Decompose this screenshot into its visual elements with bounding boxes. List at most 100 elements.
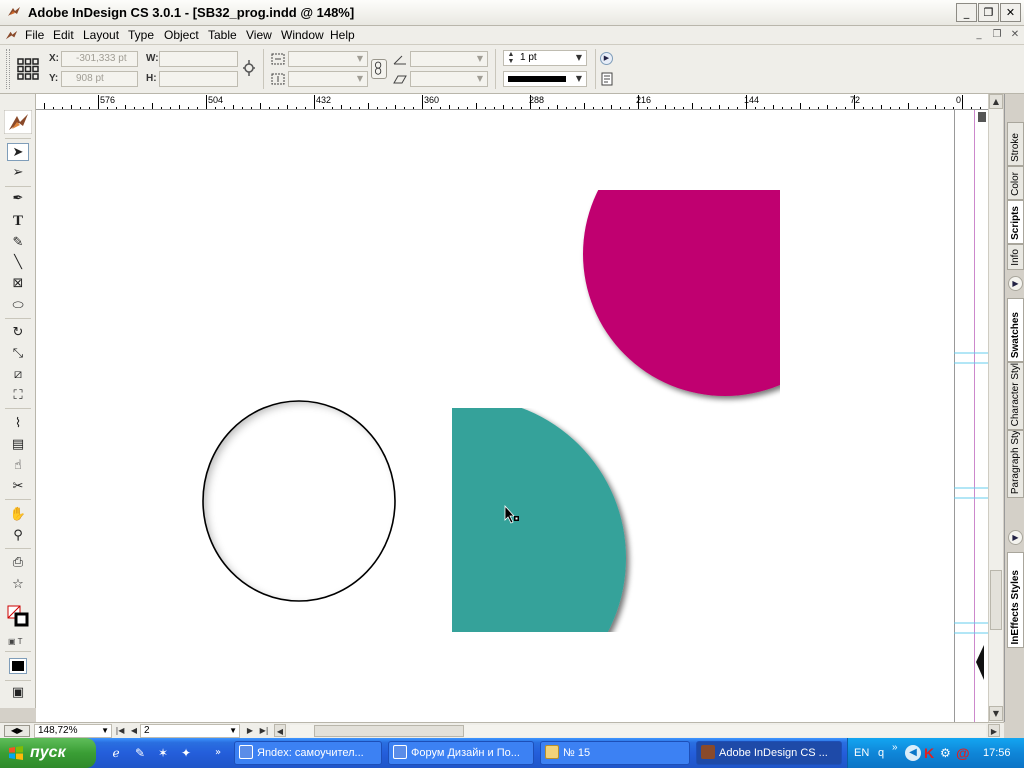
- panel-expand-icon[interactable]: ▶: [1008, 530, 1023, 545]
- navigator-toggle-icon[interactable]: ◀▶: [4, 725, 30, 737]
- link-scale-button[interactable]: [371, 59, 387, 79]
- fill-stroke-swatch-icon[interactable]: [6, 604, 30, 628]
- w-field[interactable]: [159, 51, 238, 67]
- task-folder[interactable]: № 15: [540, 741, 690, 765]
- scroll-right-button[interactable]: ▶: [988, 724, 1000, 737]
- zoom-field[interactable]: 148,72% ▼: [34, 724, 112, 738]
- format-container-icon[interactable]: ▣ T: [8, 637, 30, 647]
- shear-tool-icon[interactable]: ⧄: [7, 366, 29, 384]
- task-indesign[interactable]: Adobe InDesign CS ...: [696, 741, 842, 765]
- menu-edit[interactable]: Edit: [53, 28, 74, 42]
- gradient-tool-icon[interactable]: ▤: [7, 436, 29, 454]
- button-tool-icon[interactable]: ☝: [7, 457, 29, 475]
- tab-paragraph-styles[interactable]: Paragraph Styl: [1007, 430, 1024, 498]
- app-quicklaunch-icon[interactable]: ✶: [155, 745, 171, 761]
- minimize-button[interactable]: _: [956, 3, 977, 22]
- magenta-half-circle[interactable]: [583, 112, 867, 396]
- rotation-dropdown[interactable]: ▼: [410, 51, 488, 67]
- panel-expand-icon[interactable]: ▶: [1008, 276, 1023, 291]
- scale-x-dropdown[interactable]: ▼: [288, 51, 368, 67]
- reference-point-icon[interactable]: [16, 57, 40, 81]
- menu-layout[interactable]: Layout: [83, 28, 119, 42]
- menu-object[interactable]: Object: [164, 28, 199, 42]
- next-page-icon[interactable]: ▶: [244, 724, 256, 737]
- tray-expand-icon[interactable]: »: [892, 742, 898, 753]
- tab-scripts[interactable]: Scripts: [1007, 200, 1024, 244]
- show-hidden-icons-icon[interactable]: ◀: [905, 745, 921, 761]
- horizontal-ruler[interactable]: 576 504 432 360 288 216 144 72 0: [36, 94, 988, 110]
- menu-type[interactable]: Type: [128, 28, 154, 42]
- pen-tool-icon[interactable]: ✒: [7, 190, 29, 208]
- document-icon[interactable]: [4, 28, 19, 43]
- scroll-down-button[interactable]: ▼: [989, 706, 1003, 721]
- scroll-up-button[interactable]: ▲: [989, 94, 1003, 109]
- start-button[interactable]: пуск: [0, 738, 96, 768]
- language-indicator[interactable]: EN: [854, 747, 869, 759]
- eyedropper-tool-icon[interactable]: ⌇: [7, 415, 29, 433]
- indesign-logo-icon[interactable]: [4, 110, 32, 134]
- doc-close-button[interactable]: ✕: [1008, 28, 1022, 42]
- menu-help[interactable]: Help: [330, 28, 355, 42]
- tab-ineffects-styles[interactable]: InEffects Styles: [1007, 552, 1024, 648]
- browser-quicklaunch-icon[interactable]: ℯ: [108, 745, 124, 761]
- restore-button[interactable]: ❐: [978, 3, 999, 22]
- rectangle-frame-tool-icon[interactable]: ⊠: [7, 275, 29, 293]
- tray-letter[interactable]: q: [878, 747, 884, 759]
- palette-grip[interactable]: [6, 49, 10, 89]
- title-bar[interactable]: Adobe InDesign CS 3.0.1 - [SB32_prog.ind…: [0, 0, 1024, 26]
- more-quicklaunch-icon[interactable]: »: [210, 745, 226, 761]
- quick-apply-icon[interactable]: [600, 72, 614, 86]
- doc-minimize-button[interactable]: _: [972, 28, 986, 42]
- line-tool-icon[interactable]: ╲: [7, 254, 29, 272]
- horizontal-scroll-thumb[interactable]: [314, 725, 464, 737]
- scroll-left-button[interactable]: ◀: [274, 724, 286, 737]
- apply-color-button[interactable]: [9, 658, 27, 674]
- stroke-weight-dropdown[interactable]: ▲ ▼ 1 pt ▼: [503, 50, 587, 66]
- vertical-scrollbar[interactable]: ▲ ▼: [988, 94, 1003, 722]
- scale-y-dropdown[interactable]: ▼: [288, 71, 368, 87]
- close-button[interactable]: ✕: [1000, 3, 1021, 22]
- palette-menu-arrow-icon[interactable]: ▶: [600, 52, 613, 65]
- document-canvas[interactable]: [36, 110, 988, 722]
- doc-restore-button[interactable]: ❐: [990, 28, 1004, 42]
- tab-color[interactable]: Color: [1007, 166, 1024, 200]
- menu-view[interactable]: View: [246, 28, 272, 42]
- horizontal-scrollbar[interactable]: [290, 725, 986, 737]
- tab-info[interactable]: Info: [1007, 244, 1024, 270]
- pencil-tool-icon[interactable]: ✎: [7, 234, 29, 252]
- indesign-quicklaunch-icon[interactable]: ✦: [178, 745, 194, 761]
- rotate-tool-icon[interactable]: ↻: [7, 324, 29, 342]
- scissors-tool-icon[interactable]: ✂: [7, 478, 29, 496]
- h-field[interactable]: [159, 71, 238, 87]
- type-tool-icon[interactable]: T: [7, 212, 29, 230]
- direct-selection-tool-icon[interactable]: ➢: [7, 164, 29, 182]
- stroke-type-dropdown[interactable]: ▼: [503, 71, 587, 87]
- previous-page-icon[interactable]: ◀: [128, 724, 140, 737]
- screen-mode-icon[interactable]: ▣: [7, 684, 29, 702]
- hand-tool-icon[interactable]: ✋: [7, 506, 29, 524]
- task-yandex[interactable]: Яndex: самоучител...: [234, 741, 382, 765]
- shear-dropdown[interactable]: ▼: [410, 71, 488, 87]
- outlined-circle[interactable]: [203, 401, 395, 601]
- scroll-thumb[interactable]: [990, 570, 1002, 630]
- last-page-icon[interactable]: ▶|: [258, 724, 270, 737]
- free-transform-tool-icon[interactable]: ⛶: [7, 387, 29, 405]
- y-field[interactable]: 908 pt: [61, 71, 138, 87]
- kaspersky-icon[interactable]: K: [924, 745, 938, 761]
- star-tool-icon[interactable]: ☆: [7, 576, 29, 594]
- tab-character-styles[interactable]: Character Styl: [1007, 362, 1024, 430]
- selection-tool-icon[interactable]: ➤: [7, 143, 29, 161]
- x-field[interactable]: -301,333 pt: [61, 51, 138, 67]
- tab-swatches[interactable]: Swatches: [1007, 298, 1024, 362]
- zoom-tool-icon[interactable]: ⚲: [7, 527, 29, 545]
- scale-tool-icon[interactable]: ⤡: [7, 345, 29, 363]
- print-tool-icon[interactable]: ⎙: [7, 554, 29, 572]
- mail-agent-icon[interactable]: @: [956, 745, 972, 761]
- constrain-proportions-icon[interactable]: [242, 59, 256, 77]
- tab-stroke[interactable]: Stroke: [1007, 122, 1024, 166]
- editor-quicklaunch-icon[interactable]: ✎: [132, 745, 148, 761]
- ellipse-tool-icon[interactable]: ⬭: [7, 297, 29, 315]
- menu-file[interactable]: File: [25, 28, 44, 42]
- first-page-icon[interactable]: |◀: [114, 724, 126, 737]
- task-forum[interactable]: Форум Дизайн и По...: [388, 741, 534, 765]
